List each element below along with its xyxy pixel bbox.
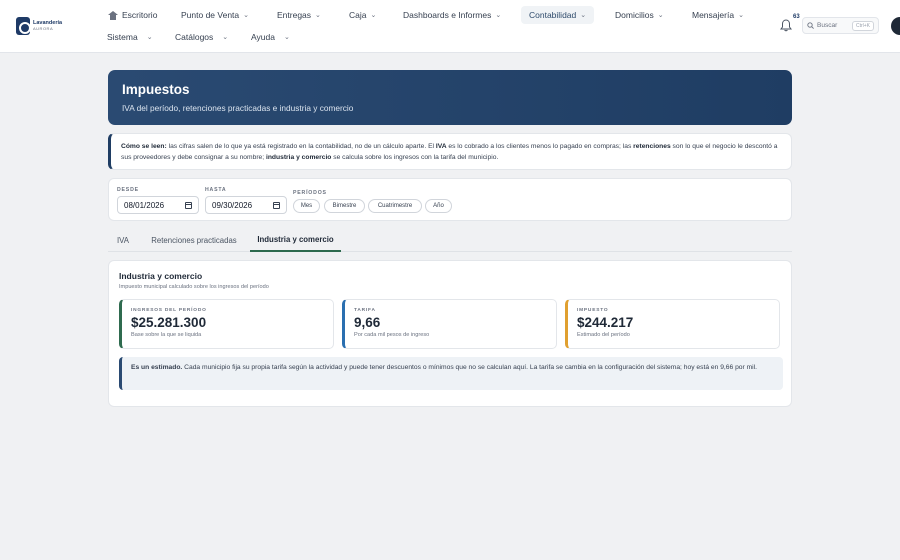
nav-contabilidad[interactable]: Contabilidad ⌄: [521, 6, 595, 24]
stat-tarifa: Tarifa 9,66 Por cada mil pesos de ingres…: [342, 299, 557, 349]
nav-escritorio[interactable]: Escritorio: [102, 7, 163, 23]
industria-comercio-panel: Industria y comercio Impuesto municipal …: [108, 260, 792, 407]
info-bold-retenciones: retenciones: [633, 143, 671, 150]
chevron-down-icon: ⌄: [222, 34, 229, 41]
nav-label: Mensajería: [692, 10, 735, 20]
search-icon: [807, 22, 814, 29]
calendar-icon[interactable]: [185, 201, 192, 209]
stat-note: Estimado del período: [577, 332, 630, 338]
hasta-date-input[interactable]: 09/30/2026: [205, 196, 287, 214]
tab-iva[interactable]: IVA: [108, 228, 138, 252]
chevron-down-icon: ⌄: [580, 12, 587, 19]
page-title: Impuestos: [122, 82, 190, 97]
nav-label: Entregas: [277, 10, 312, 20]
nav-mensajeria[interactable]: Mensajería ⌄: [686, 7, 750, 23]
info-text: se calcula sobre los ingresos con la tar…: [331, 154, 499, 161]
home-icon: [108, 10, 118, 20]
notification-count-badge: 63: [793, 14, 800, 20]
period-button-ano[interactable]: Año: [425, 199, 452, 213]
stat-note: Base sobre la que se liquida: [131, 332, 202, 338]
nav-caja[interactable]: Caja ⌄: [343, 7, 382, 23]
nav-punto-de-venta[interactable]: Punto de Venta ⌄: [175, 7, 255, 23]
section-subtitle: Impuesto municipal calculado sobre los i…: [119, 284, 269, 290]
desde-date-input[interactable]: 08/01/2026: [117, 196, 199, 214]
user-avatar[interactable]: [891, 17, 900, 35]
nav-catalogos[interactable]: Catálogos ⌄: [169, 29, 234, 45]
chevron-down-icon: ⌄: [657, 12, 664, 19]
nav-dashboards[interactable]: Dashboards e Informes ⌄: [397, 7, 507, 23]
chevron-down-icon: ⌄: [243, 12, 250, 19]
hasta-value: 09/30/2026: [212, 200, 253, 210]
chevron-down-icon: ⌄: [370, 12, 377, 19]
nav-domicilios[interactable]: Domicilios ⌄: [609, 7, 670, 23]
nav-label: Ayuda: [251, 32, 275, 42]
page-subtitle: IVA del período, retenciones practicadas…: [122, 103, 354, 113]
stat-note: Por cada mil pesos de ingreso: [354, 332, 430, 338]
desde-label: Desde: [117, 187, 139, 193]
page-header-banner: Impuestos IVA del período, retenciones p…: [108, 70, 792, 125]
nav-label: Escritorio: [122, 10, 158, 20]
note-lead: Es un estimado.: [131, 364, 183, 371]
search-button[interactable]: Buscar Ctrl+K: [802, 17, 879, 34]
washer-logo-icon: [16, 17, 31, 35]
notifications-bell-icon[interactable]: [780, 19, 792, 32]
note-text: Cada municipio fija su propia tarifa seg…: [182, 364, 758, 371]
nav-label: Contabilidad: [529, 10, 577, 20]
period-button-bimestre[interactable]: Bimestre: [324, 199, 365, 213]
nav-label: Catálogos: [175, 32, 214, 42]
nav-label: Dashboards e Informes: [403, 10, 492, 20]
periodos-label: Períodos: [293, 190, 327, 196]
nav-label: Caja: [349, 10, 367, 20]
stat-value: $25.281.300: [131, 315, 207, 330]
brand-logo[interactable]: Lavandería AURORA: [16, 16, 64, 36]
calendar-icon[interactable]: [273, 201, 280, 209]
stat-label: Ingresos del período: [131, 308, 207, 313]
info-lead: Cómo se leen:: [121, 143, 167, 150]
nav-label: Punto de Venta: [181, 10, 240, 20]
estimate-note: Es un estimado. Cada municipio fija su p…: [119, 357, 783, 390]
info-text: las cifras salen de lo que ya está regis…: [166, 143, 436, 150]
stat-value: 9,66: [354, 315, 381, 330]
chevron-down-icon: ⌄: [146, 34, 153, 41]
desde-value: 08/01/2026: [124, 200, 165, 210]
date-filters-panel: Desde 08/01/2026 Hasta 09/30/2026 Períod…: [108, 178, 792, 221]
chevron-down-icon: ⌄: [283, 34, 290, 41]
nav-label: Sistema: [107, 32, 138, 42]
brand-tagline: AURORA: [33, 25, 54, 31]
stat-impuesto: Impuesto $244.217 Estimado del período: [565, 299, 780, 349]
how-to-read-info: Cómo se leen: las cifras salen de lo que…: [108, 133, 792, 170]
tab-industria-comercio[interactable]: Industria y comercio: [250, 228, 341, 252]
chevron-down-icon: ⌄: [315, 12, 321, 19]
stat-value: $244.217: [577, 315, 634, 330]
info-bold-iva: IVA: [435, 143, 447, 150]
nav-ayuda[interactable]: Ayuda ⌄: [245, 29, 296, 45]
top-navigation-bar: Lavandería AURORA Escritorio Punto de Ve…: [0, 0, 900, 53]
stat-label: Impuesto: [577, 308, 609, 313]
nav-entregas[interactable]: Entregas ⌄: [271, 7, 327, 23]
nav-sistema[interactable]: Sistema ⌄: [101, 29, 159, 45]
section-title: Industria y comercio: [119, 271, 203, 281]
hasta-label: Hasta: [205, 187, 227, 193]
chevron-down-icon: ⌄: [495, 12, 502, 19]
period-button-mes[interactable]: Mes: [293, 199, 320, 213]
stat-label: Tarifa: [354, 308, 376, 313]
info-text: es lo cobrado a los clientes menos lo pa…: [446, 143, 634, 150]
nav-label: Domicilios: [615, 10, 654, 20]
period-button-cuatrimestre[interactable]: Cuatrimestre: [368, 199, 422, 213]
chevron-down-icon: ⌄: [738, 12, 744, 19]
search-shortcut: Ctrl+K: [851, 20, 874, 31]
search-label: Buscar: [817, 22, 838, 29]
stat-ingresos: Ingresos del período $25.281.300 Base so…: [119, 299, 334, 349]
info-bold-ica: industria y comercio: [265, 154, 332, 161]
tab-retenciones[interactable]: Retenciones practicadas: [142, 228, 246, 252]
brand-text: Lavandería AURORA: [33, 21, 62, 31]
tax-tabs: IVA Retenciones practicadas Industria y …: [108, 228, 792, 252]
